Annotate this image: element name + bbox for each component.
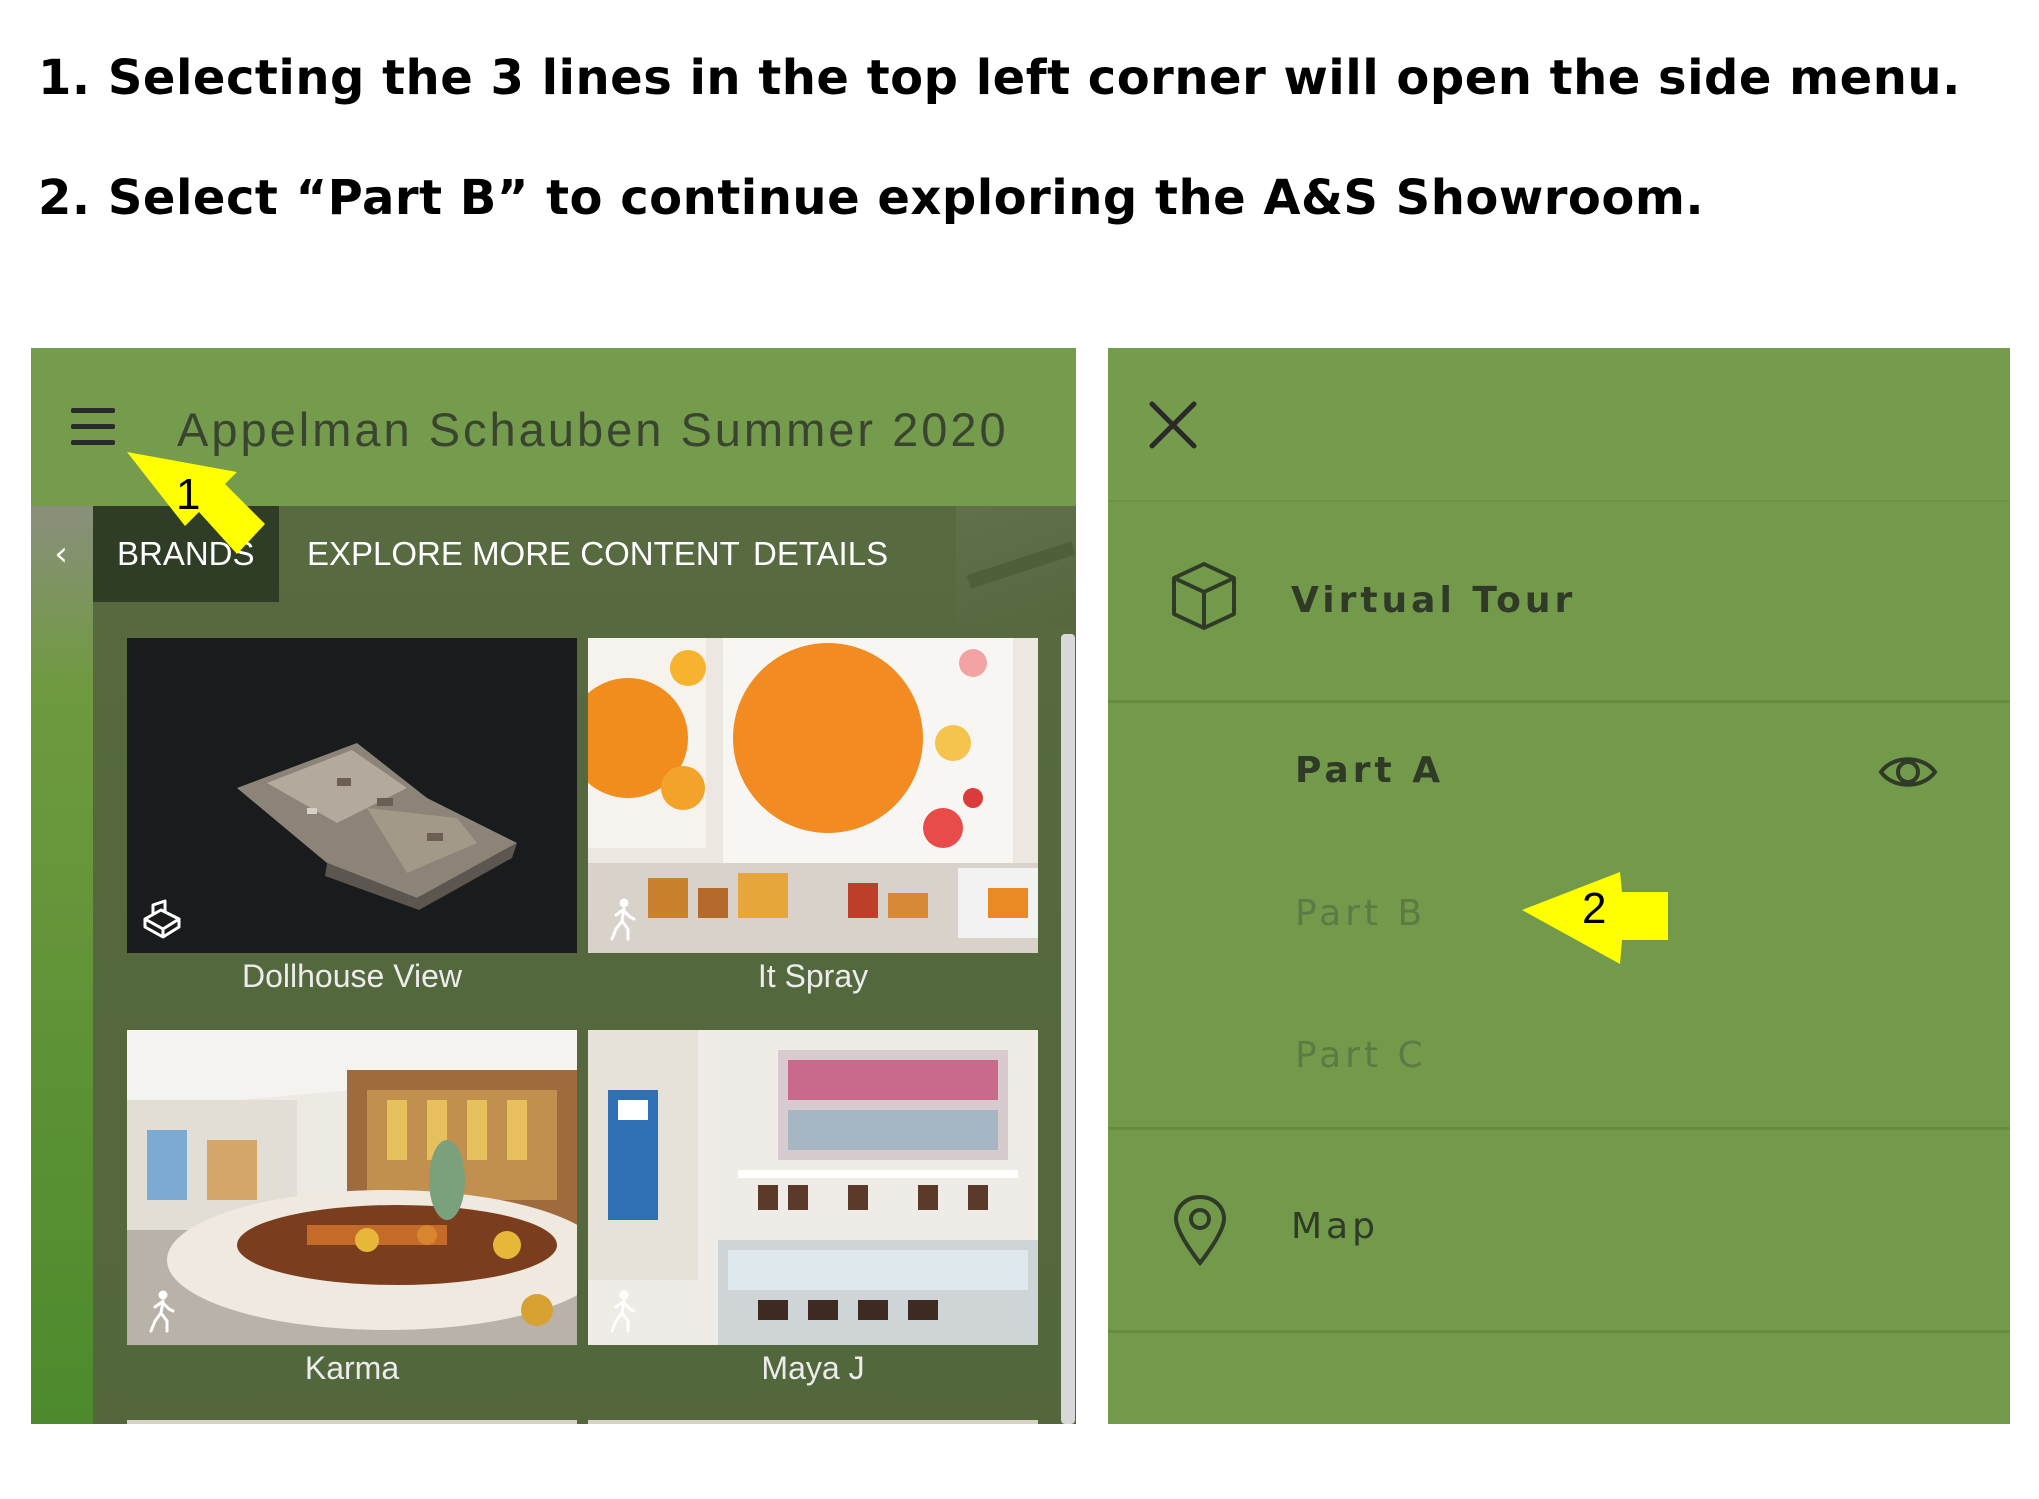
maya-j-thumbnail [588, 1030, 1038, 1345]
callout-number-1: 1 [176, 470, 201, 519]
karma-thumbnail [127, 1030, 577, 1345]
eye-icon [1878, 757, 1938, 787]
menu-divider [1108, 700, 2010, 703]
tile-maya-j[interactable] [588, 1030, 1038, 1345]
instruction-step-1: 1. Selecting the 3 lines in the top left… [38, 50, 1961, 106]
menu-item-virtual-tour[interactable]: Virtual Tour [1291, 580, 1576, 621]
walk-icon [149, 1290, 175, 1333]
dollhouse-icon [143, 899, 181, 939]
menu-item-part-c[interactable]: Part C [1295, 1035, 1427, 1076]
tab-details[interactable]: DETAILS [729, 506, 912, 602]
app-title: Appelman Schauben Summer 2020 [177, 403, 1009, 456]
scene-wall [31, 506, 93, 1424]
menu-item-part-a[interactable]: Part A [1295, 750, 1444, 791]
menu-item-map[interactable]: Map [1291, 1206, 1379, 1247]
it-spray-thumbnail [588, 638, 1038, 953]
cube-icon [1172, 562, 1236, 630]
instruction-step-2: 2. Select “Part B” to continue exploring… [38, 170, 1705, 226]
tile-label: Karma [304, 1350, 400, 1386]
callout-number-2: 2 [1582, 884, 1607, 933]
walk-icon [610, 898, 636, 941]
tile-it-spray[interactable] [588, 638, 1038, 953]
walk-icon [610, 1290, 636, 1333]
tile-karma[interactable] [127, 1030, 577, 1345]
more-tiles-edge [127, 1420, 1038, 1424]
scrollbar[interactable] [1061, 634, 1075, 1424]
menu-item-part-b[interactable]: Part B [1295, 893, 1426, 934]
close-icon[interactable] [1146, 398, 1200, 452]
tab-explore-more-content[interactable]: EXPLORE MORE CONTENT [283, 506, 764, 602]
tile-label: It Spray [757, 958, 869, 994]
map-pin-icon [1173, 1194, 1227, 1267]
tile-label: Maya J [761, 1350, 865, 1386]
menu-divider [1108, 1127, 2010, 1130]
menu-divider [1108, 1330, 2010, 1333]
tile-dollhouse-view[interactable] [127, 638, 577, 953]
tile-label: Dollhouse View [242, 958, 462, 994]
hamburger-menu-icon[interactable] [71, 408, 117, 448]
dollhouse-thumbnail [127, 638, 577, 953]
chevron-left-icon[interactable]: ‹ [41, 506, 81, 602]
